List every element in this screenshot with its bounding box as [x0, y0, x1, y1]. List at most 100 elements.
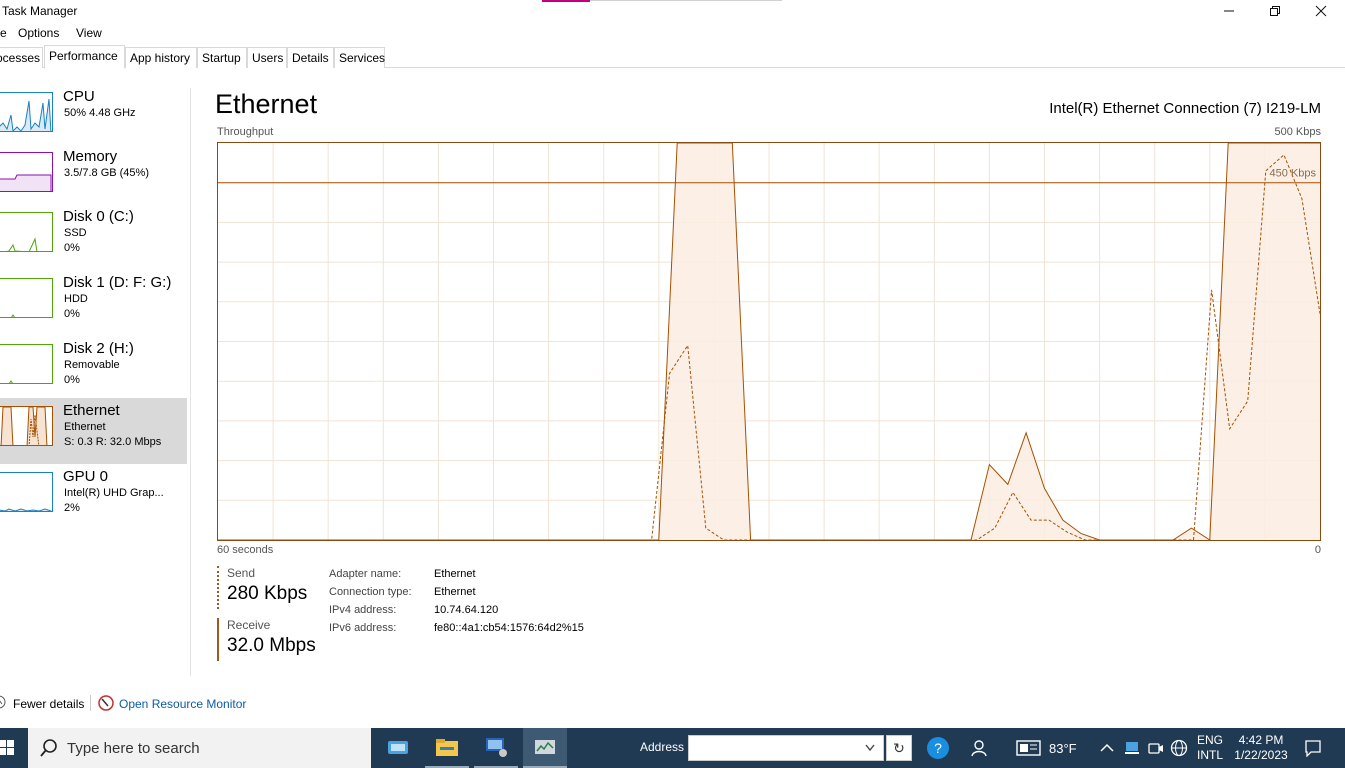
- menu-options[interactable]: Options: [18, 26, 59, 40]
- sidebar-item-value: 0%: [64, 374, 80, 386]
- camera-icon: [1148, 743, 1163, 754]
- gpu-0-thumbnail-graph: [0, 472, 53, 512]
- adapter-name-label: Adapter name:: [329, 568, 402, 580]
- throughput-graph: 450 Kbps: [217, 142, 1321, 541]
- graph-max-label: 500 Kbps: [1274, 126, 1321, 138]
- search-placeholder: Type here to search: [67, 740, 200, 757]
- sidebar-item-disk-1[interactable]: Disk 1 (D: F: G:) HDD 0%: [0, 270, 187, 336]
- accent-strip-secondary: [590, 0, 782, 1]
- send-stat: Send 280 Kbps: [217, 566, 307, 609]
- graph-label: Throughput: [217, 126, 274, 138]
- taskbar-app-file-explorer[interactable]: [425, 728, 469, 768]
- tab-users[interactable]: Users: [247, 47, 287, 68]
- taskbar: Type here to search Address ↻ ? 83°F ENG…: [0, 728, 1345, 768]
- tab-processes[interactable]: ocesses: [0, 47, 43, 68]
- minimize-icon: [1224, 10, 1234, 12]
- address-input[interactable]: [688, 735, 884, 761]
- sidebar-item-label: Memory: [63, 148, 118, 165]
- disk-0-thumbnail-graph: [0, 212, 53, 252]
- minimize-button[interactable]: [1206, 0, 1252, 22]
- weather-widget[interactable]: 83°F: [1016, 728, 1077, 768]
- address-toolbar-label: Address: [640, 740, 685, 754]
- taskbar-app-network[interactable]: [474, 728, 518, 768]
- sidebar-item-value: 0%: [64, 242, 80, 254]
- sidebar-item-value: 0%: [64, 308, 80, 320]
- people-icon: [971, 740, 987, 757]
- resource-monitor-icon: [98, 695, 114, 711]
- memory-thumbnail-graph: [0, 152, 53, 192]
- taskbar-search-box[interactable]: Type here to search: [28, 728, 371, 768]
- menu-view[interactable]: View: [76, 26, 102, 40]
- search-icon: [40, 739, 57, 757]
- tab-app-history[interactable]: App history: [125, 47, 197, 68]
- meet-now-tray-icon[interactable]: [1148, 728, 1164, 768]
- clock[interactable]: 4:42 PM 1/22/2023: [1234, 733, 1288, 763]
- sidebar-item-value: 2%: [64, 502, 80, 514]
- keyboard-layout: INTL: [1197, 748, 1224, 762]
- people-tray-icon[interactable]: [970, 728, 990, 768]
- menu-file[interactable]: e: [0, 26, 7, 40]
- ipv4-label: IPv4 address:: [329, 604, 397, 616]
- receive-value: 32.0 Mbps: [227, 635, 316, 656]
- chevron-up-icon: [1100, 743, 1114, 752]
- sidebar-item-label: Disk 1 (D: F: G:): [63, 274, 172, 291]
- sidebar-item-label: Disk 2 (H:): [63, 340, 134, 357]
- connection-type-label: Connection type:: [329, 586, 412, 598]
- ipv6-label: IPv6 address:: [329, 622, 397, 634]
- accent-strip: [542, 0, 590, 2]
- address-go-button[interactable]: ↻: [886, 735, 912, 761]
- tab-label: Details: [292, 51, 329, 65]
- notifications-button[interactable]: [1304, 728, 1322, 768]
- restore-button[interactable]: [1252, 0, 1298, 22]
- tab-label: Performance: [49, 49, 118, 63]
- start-button[interactable]: [0, 740, 14, 761]
- window-title: Task Manager: [2, 4, 78, 18]
- sidebar-item-disk-0[interactable]: Disk 0 (C:) SSD 0%: [0, 204, 187, 270]
- sidebar-item-gpu-0[interactable]: GPU 0 Intel(R) UHD Grap... 2%: [0, 464, 187, 530]
- graph-zero-label: 0: [1314, 544, 1321, 556]
- show-hidden-icons-button[interactable]: [1100, 728, 1114, 768]
- sidebar-item-detail: SSD: [64, 227, 87, 239]
- tab-services[interactable]: Services: [334, 47, 385, 68]
- help-tray-icon[interactable]: ?: [926, 728, 950, 768]
- language-globe-tray-icon[interactable]: [1170, 728, 1188, 768]
- disk-2-thumbnail-graph: [0, 344, 53, 384]
- clock-time: 4:42 PM: [1238, 733, 1284, 747]
- page-title: Ethernet: [215, 89, 318, 119]
- tab-startup[interactable]: Startup: [197, 47, 247, 68]
- close-button[interactable]: [1298, 0, 1344, 22]
- title-bar: Task Manager: [0, 0, 1345, 22]
- tab-details[interactable]: Details: [287, 47, 334, 68]
- adapter-description: Intel(R) Ethernet Connection (7) I219-LM: [1049, 100, 1321, 117]
- ipv4-value: 10.74.64.120: [434, 604, 499, 616]
- sidebar-item-detail: HDD: [64, 293, 88, 305]
- resource-sidebar: CPU 50% 4.48 GHz Memory 3.5/7.8 GB (45%)…: [0, 84, 190, 676]
- tab-performance[interactable]: Performance: [44, 45, 125, 69]
- sidebar-item-label: Ethernet: [63, 402, 120, 419]
- footer-bar: Fewer details Open Resource Monitor: [0, 692, 600, 714]
- sidebar-item-ethernet[interactable]: Ethernet Ethernet S: 0.3 R: 32.0 Mbps: [0, 398, 187, 464]
- receive-stat: Receive 32.0 Mbps: [217, 618, 316, 661]
- task-manager-icon: [535, 740, 555, 754]
- receive-label: Receive: [227, 618, 271, 632]
- taskbar-app-remote[interactable]: [376, 728, 420, 768]
- close-icon: [1315, 5, 1327, 17]
- network-tray-icon[interactable]: [1124, 728, 1140, 768]
- cpu-thumbnail-graph: [0, 92, 53, 132]
- sidebar-item-value: S: 0.3 R: 32.0 Mbps: [64, 436, 162, 448]
- sidebar-item-label: Disk 0 (C:): [63, 208, 134, 225]
- tab-label: App history: [130, 51, 191, 65]
- sidebar-item-disk-2[interactable]: Disk 2 (H:) Removable 0%: [0, 336, 187, 402]
- open-resource-monitor-link[interactable]: Open Resource Monitor: [119, 697, 246, 711]
- graph-time-label: 60 seconds: [217, 544, 274, 556]
- sidebar-item-memory[interactable]: Memory 3.5/7.8 GB (45%): [0, 144, 187, 210]
- fewer-details-button[interactable]: Fewer details: [13, 697, 84, 711]
- tab-label: Startup: [202, 51, 241, 65]
- file-explorer-icon: [436, 739, 458, 756]
- taskbar-app-task-manager[interactable]: [523, 728, 567, 768]
- globe-icon: [1170, 739, 1188, 757]
- input-language-indicator[interactable]: ENG INTL: [1197, 733, 1223, 763]
- notification-icon: [1305, 740, 1321, 757]
- sidebar-item-cpu[interactable]: CPU 50% 4.48 GHz: [0, 84, 187, 150]
- adapter-name-value: Ethernet: [434, 568, 476, 580]
